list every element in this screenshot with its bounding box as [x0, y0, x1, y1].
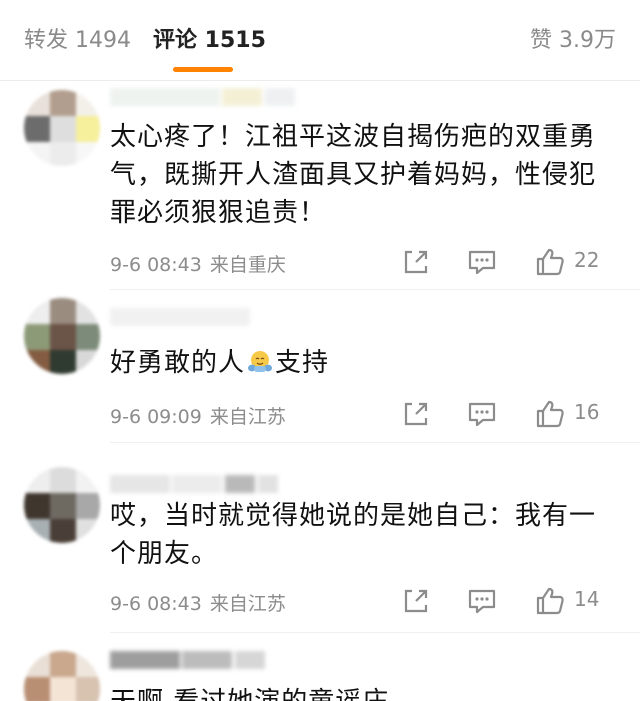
comment-icon[interactable] [466, 246, 498, 278]
username[interactable] [110, 475, 290, 497]
comment-item: 天啊 看过她演的童谣庄 [0, 633, 640, 701]
comment-item: 哎，当时就觉得她说的是她自己：我有一个朋友。 9-6 08:43 来自江苏 14 [0, 443, 640, 633]
avatar[interactable] [24, 651, 100, 701]
tab-comments[interactable]: 评论 1515 [153, 26, 266, 56]
comment-text: 哎，当时就觉得她说的是她自己：我有一个朋友。 [110, 501, 597, 569]
hug-emoji [248, 351, 273, 372]
username[interactable] [110, 308, 260, 330]
comment-meta: 9-6 08:43 来自重庆 [110, 250, 286, 277]
comment-text-part: 好勇敢的人 [110, 348, 246, 378]
like-count: 22 [574, 248, 600, 272]
comment-meta: 9-6 09:09 来自江苏 [110, 402, 286, 429]
like-count: 16 [574, 400, 600, 424]
comment-icon[interactable] [466, 398, 498, 430]
tab-reposts[interactable]: 转发 1494 [24, 26, 131, 56]
thumbs-up-icon[interactable] [534, 246, 566, 278]
comment-text-part: 支持 [275, 348, 330, 378]
comment-time: 9-6 08:43 [110, 593, 202, 615]
comment-time: 9-6 08:43 [110, 254, 202, 276]
comment-time: 9-6 09:09 [110, 406, 202, 428]
comment-actions: 22 [400, 246, 620, 280]
comment-item: 太心疼了！江祖平这波自揭伤疤的双重勇气，既撕开人渣面具又护着妈妈，性侵犯罪必须狠… [0, 80, 640, 290]
share-icon[interactable] [400, 246, 432, 278]
thumbs-up-icon[interactable] [534, 398, 566, 430]
comment-location: 来自江苏 [209, 406, 286, 428]
comment-actions: 16 [400, 398, 620, 432]
avatar[interactable] [24, 90, 100, 166]
tab-likes[interactable]: 赞 3.9万 [530, 26, 616, 56]
avatar[interactable] [24, 298, 100, 374]
share-icon[interactable] [400, 585, 432, 617]
comment-text: 天啊 看过她演的童谣庄 [110, 683, 610, 701]
comment-tab-bar: 转发 1494 评论 1515 赞 3.9万 [0, 0, 640, 81]
comment-location: 来自重庆 [209, 254, 286, 276]
share-icon[interactable] [400, 398, 432, 430]
username[interactable] [110, 88, 310, 110]
comment-icon[interactable] [466, 585, 498, 617]
active-tab-indicator [173, 67, 233, 72]
comment-text: 好勇敢的人 支持 [110, 344, 610, 382]
comment-location: 来自江苏 [209, 593, 286, 615]
thumbs-up-icon[interactable] [534, 585, 566, 617]
like-count: 14 [574, 587, 600, 611]
username[interactable] [110, 651, 310, 673]
comment-meta: 9-6 08:43 来自江苏 [110, 589, 286, 616]
comment-actions: 14 [400, 585, 620, 619]
comment-item: 好勇敢的人 支持 9-6 09:09 来自江苏 16 [0, 290, 640, 443]
comment-text: 太心疼了！江祖平这波自揭伤疤的双重勇气，既撕开人渣面具又护着妈妈，性侵犯罪必须狠… [110, 122, 597, 228]
avatar[interactable] [24, 467, 100, 543]
